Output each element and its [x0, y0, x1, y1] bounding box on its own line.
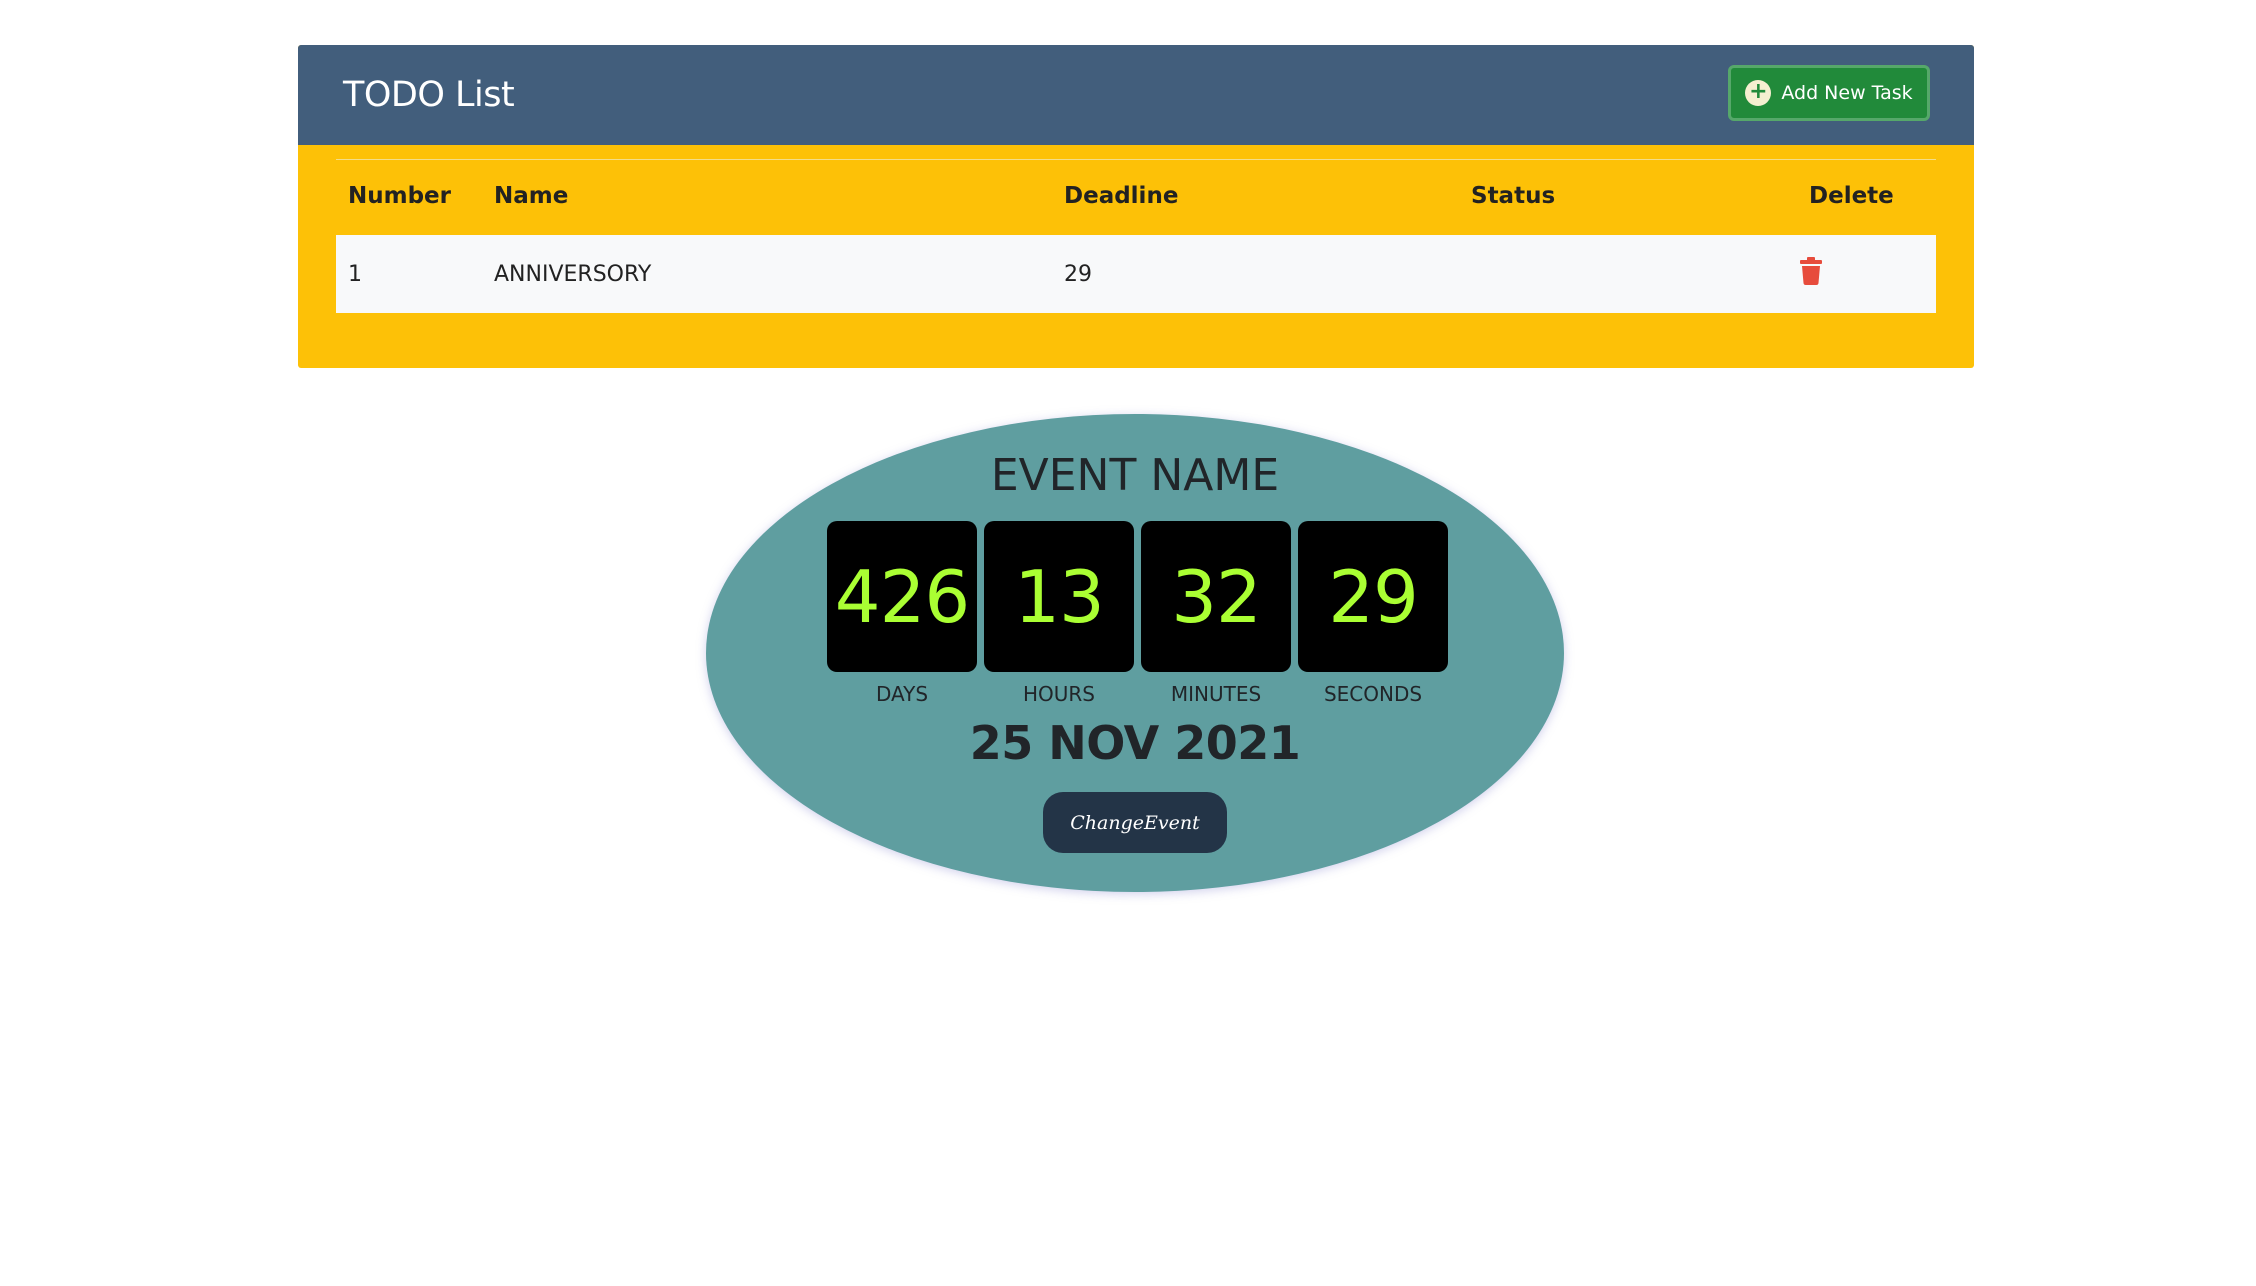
- change-event-button[interactable]: ChangeEvent: [1043, 792, 1227, 853]
- column-header-delete: Delete: [1809, 183, 1894, 209]
- column-header-name: Name: [494, 183, 569, 209]
- todo-header: TODO List + Add New Task: [298, 45, 1974, 145]
- column-header-deadline: Deadline: [1064, 183, 1179, 209]
- column-header-status: Status: [1471, 183, 1556, 209]
- add-new-task-button[interactable]: + Add New Task: [1728, 65, 1930, 121]
- table-row: 1 ANNIVERSORY 29: [336, 235, 1936, 313]
- countdown-hours: 13: [984, 521, 1134, 672]
- row-deadline: 29: [1064, 262, 1092, 287]
- countdown-minutes: 32: [1141, 521, 1291, 672]
- add-new-task-label: Add New Task: [1781, 82, 1913, 104]
- event-name: EVENT NAME: [990, 450, 1280, 501]
- row-name: ANNIVERSORY: [494, 262, 652, 287]
- todo-card: TODO List + Add New Task Number Name Dea…: [298, 45, 1974, 368]
- trash-icon[interactable]: [1800, 257, 1822, 285]
- row-number: 1: [348, 262, 362, 287]
- event-countdown-card: EVENT NAME 426 13 32 29 DAYS HOURS MINUT…: [706, 414, 1564, 892]
- label-minutes: MINUTES: [1170, 682, 1262, 706]
- label-hours: HOURS: [1022, 682, 1095, 706]
- plus-circle-icon: +: [1745, 80, 1772, 106]
- countdown-seconds: 29: [1298, 521, 1448, 672]
- label-seconds: SECONDS: [1323, 682, 1423, 706]
- event-date: 25 NOV 2021: [969, 716, 1301, 770]
- table-divider: [336, 159, 1936, 160]
- label-days: DAYS: [875, 682, 929, 706]
- page-title: TODO List: [343, 75, 515, 115]
- column-header-number: Number: [348, 183, 451, 209]
- countdown-days: 426: [827, 521, 977, 672]
